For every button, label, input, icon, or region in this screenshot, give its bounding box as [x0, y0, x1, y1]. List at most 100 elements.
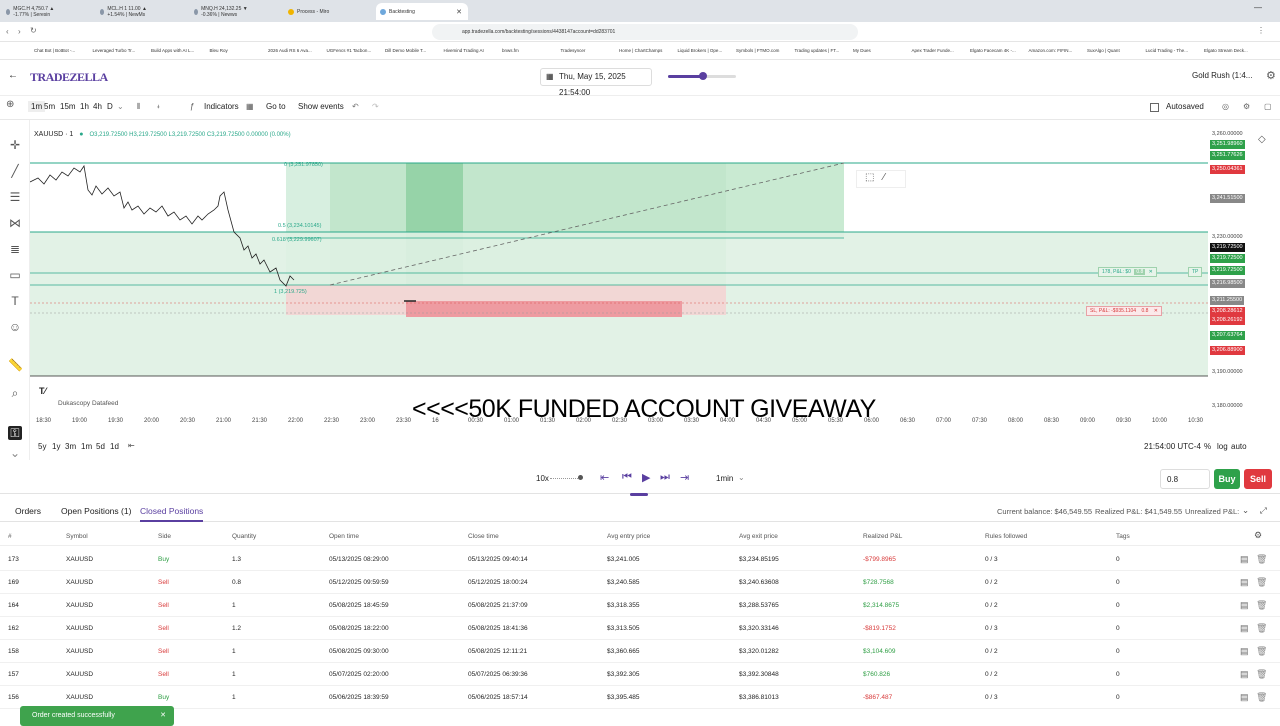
bookmark-item[interactable]: Elgato Stream Deck... — [1204, 48, 1248, 53]
indicators-icon[interactable]: ƒ — [190, 102, 194, 111]
timeframe-1h[interactable]: 1h — [80, 102, 89, 111]
settings-icon[interactable]: ⚙ — [1243, 102, 1250, 111]
time-axis[interactable]: 18:30 19:00 19:30 20:00 20:30 21:00 21:30 22:00… — [30, 418, 1208, 428]
bookmark-item[interactable]: Symbols | FTMO.com — [736, 48, 779, 53]
range-5d[interactable]: 5d — [96, 442, 105, 451]
delete-icon[interactable]: 🗑 — [1256, 554, 1267, 565]
bookmark-item[interactable]: Tradesyncer — [561, 48, 586, 53]
bookmark-item[interactable]: Lucid Trading - The... — [1146, 48, 1188, 53]
percent-toggle[interactable]: % — [1204, 442, 1211, 451]
delete-icon[interactable]: 🗑 — [1256, 600, 1267, 611]
symbol-name[interactable]: XAUUSD · 1 — [34, 131, 73, 138]
minimize-icon[interactable]: — — [1254, 3, 1262, 12]
pitchfork-icon[interactable]: ⋈ — [8, 216, 22, 230]
bookmark-item[interactable]: Trading updates | FT... — [795, 48, 840, 53]
tab-orders[interactable]: Orders — [15, 506, 41, 516]
select-shape-icon[interactable]: ⬚ — [865, 172, 874, 183]
goto-button[interactable]: Go to — [266, 102, 286, 111]
column-header[interactable]: Avg exit price — [739, 533, 778, 540]
utc-clock[interactable]: 21:54:00 UTC-4 — [1144, 442, 1201, 451]
ruler-icon[interactable]: 📏 — [8, 358, 23, 372]
sl-order-label[interactable]: SL, P&L: -$935.1104 0.8 ✕ — [1086, 306, 1162, 316]
shapes-icon[interactable]: ▭ — [8, 268, 22, 282]
buy-button[interactable]: Buy — [1214, 469, 1240, 489]
column-header[interactable]: Open time — [329, 533, 359, 540]
tp-tag[interactable]: TP — [1188, 267, 1203, 277]
notes-icon[interactable]: ▤ — [1240, 692, 1249, 703]
order-qty-input[interactable]: 0.8 — [1160, 469, 1210, 489]
range-1y[interactable]: 1y — [52, 442, 60, 451]
step-forward-icon[interactable]: ⏭ — [660, 471, 670, 484]
trendline-icon[interactable]: ╱ — [8, 164, 22, 178]
text-icon[interactable]: T — [8, 294, 22, 308]
close-icon[interactable]: ✕ — [1149, 269, 1153, 275]
delete-icon[interactable]: 🗑 — [1256, 577, 1267, 588]
undo-icon[interactable]: ↶ — [352, 102, 359, 111]
fullscreen-icon[interactable]: ▢ — [1264, 102, 1272, 111]
range-3m[interactable]: 3m — [65, 442, 76, 451]
bookmark-item[interactable]: Hivemind Trading AI — [444, 48, 484, 53]
range-1d[interactable]: 1d — [110, 442, 119, 451]
table-row[interactable]: 173 XAUUSD Buy 1.3 05/13/2025 08:29:00 05/13/… — [0, 548, 1280, 571]
lock-icon[interactable]: ⚿ — [8, 426, 22, 440]
reload-icon[interactable]: ↻ — [30, 26, 37, 35]
notes-icon[interactable]: ▤ — [1240, 577, 1249, 588]
column-header[interactable]: Realized P&L — [863, 533, 902, 540]
table-row[interactable]: 158 XAUUSD Sell 1 05/08/2025 09:30:00 05/08/2… — [0, 640, 1280, 663]
chevron-down-icon[interactable]: ⌄ — [1242, 505, 1249, 516]
delete-icon[interactable]: 🗑 — [1256, 692, 1267, 703]
price-chart[interactable]: 0 (3,251.97850) 0.5 (3,234.10145) 0.618 … — [30, 120, 1208, 420]
bookmark-item[interactable]: Leveraged Turbo Tr... — [93, 48, 136, 53]
table-row[interactable]: 162 XAUUSD Sell 1.2 05/08/2025 18:22:00 05/08… — [0, 617, 1280, 640]
speed-handle[interactable] — [578, 475, 583, 480]
column-header[interactable]: Close time — [468, 533, 499, 540]
close-icon[interactable]: ✕ — [1154, 308, 1158, 314]
table-row[interactable]: 169 XAUUSD Sell 0.8 05/12/2025 09:59:59 05/12… — [0, 571, 1280, 594]
tab-open-positions[interactable]: Open Positions (1) — [61, 506, 131, 516]
back-arrow-icon[interactable]: ← — [8, 70, 18, 81]
column-header[interactable]: Symbol — [66, 533, 88, 540]
column-header[interactable]: Side — [158, 533, 171, 540]
browser-tab[interactable]: Process - Miro — [284, 3, 352, 20]
bookmark-item[interactable]: Home | ChartChamps — [619, 48, 662, 53]
bookmark-item[interactable]: Apex Trader Funde... — [912, 48, 954, 53]
date-range-icon[interactable]: ⇤ — [128, 441, 135, 450]
column-header[interactable]: Avg entry price — [607, 533, 650, 540]
redo-icon[interactable]: ↷ — [372, 102, 379, 111]
settings-gear-icon[interactable]: ⚙ — [1266, 69, 1276, 82]
resize-handle[interactable] — [630, 493, 648, 496]
browser-tab-active[interactable]: Backtesting ✕ — [376, 3, 468, 20]
timeframe-5m[interactable]: 5m — [44, 102, 55, 111]
table-row[interactable]: 164 XAUUSD Sell 1 05/08/2025 18:45:59 05/08/2… — [0, 594, 1280, 617]
delete-icon[interactable]: 🗑 — [1256, 669, 1267, 680]
horizontal-lines-icon[interactable]: ☰ — [8, 190, 22, 204]
crosshair-icon[interactable]: ✛ — [8, 138, 22, 152]
range-1m[interactable]: 1m — [81, 442, 92, 451]
bookmark-item[interactable]: 2026 Audi RS 6 Ava... — [268, 48, 312, 53]
delete-icon[interactable]: 🗑 — [1256, 646, 1267, 657]
jump-back-icon[interactable]: ⇤ — [600, 471, 609, 484]
autosave-checkbox[interactable] — [1150, 103, 1159, 112]
emoji-icon[interactable]: ☺ — [8, 320, 22, 334]
column-header[interactable]: Quantity — [232, 533, 256, 540]
chart-type-icon[interactable]: ⫴ — [137, 102, 140, 112]
timeframe-d[interactable]: D — [107, 102, 113, 111]
bookmark-item[interactable]: Chat Bot | BotBot -... — [34, 48, 75, 53]
timeframe-15m[interactable]: 15m — [60, 102, 76, 111]
layers-icon[interactable]: ◇ — [1258, 134, 1266, 145]
log-toggle[interactable]: log — [1217, 442, 1228, 451]
bookmark-item[interactable]: Dill Demo Mobile T... — [385, 48, 426, 53]
indicators-button[interactable]: Indicators — [204, 102, 239, 111]
bookmark-item[interactable]: Build Apps with AI L... — [151, 48, 194, 53]
delete-icon[interactable]: 🗑 — [1256, 623, 1267, 634]
notes-icon[interactable]: ▤ — [1240, 669, 1249, 680]
table-settings-icon[interactable]: ⚙ — [1254, 530, 1262, 541]
chevron-down-icon[interactable]: ⌄ — [117, 102, 124, 111]
back-icon[interactable]: ‹ — [6, 27, 9, 36]
column-header[interactable]: Tags — [1116, 533, 1130, 540]
table-row[interactable]: 157 XAUUSD Sell 1 05/07/2025 02:20:00 05/07/2… — [0, 663, 1280, 686]
interval-select[interactable]: 1min — [716, 474, 733, 483]
bookmark-item[interactable]: Elgato Facecam 4K -... — [970, 48, 1016, 53]
bookmark-item[interactable]: Bleu Roy — [210, 48, 228, 53]
grid-icon[interactable]: ▦ — [246, 102, 254, 111]
